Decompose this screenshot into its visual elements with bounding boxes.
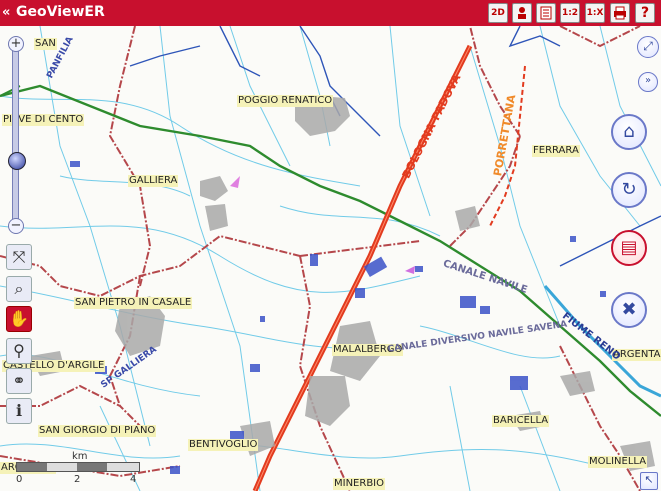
- arrow-nw-icon: ↖: [644, 473, 654, 486]
- magnifier-icon: ⌕: [14, 279, 24, 298]
- double-chevron-right-icon: »: [644, 75, 652, 86]
- zoom-box-button[interactable]: ⌕: [6, 276, 32, 302]
- zoom-slider-handle[interactable]: [8, 152, 26, 170]
- layers-icon: ▤: [620, 237, 638, 258]
- zoom-in-button[interactable]: +: [8, 36, 24, 52]
- place-label-san-pietro-in-casale: SAN PIETRO IN CASALE: [74, 297, 193, 309]
- expand-icon: ⤢: [643, 39, 653, 53]
- fit-extent-icon: ⤧: [12, 247, 26, 266]
- printer-icon: [614, 6, 626, 20]
- zoom-slider-track[interactable]: [12, 44, 19, 226]
- person-button[interactable]: [512, 3, 532, 23]
- 2d-view-button[interactable]: 2D: [488, 3, 508, 23]
- scale-tick-4: 4: [130, 474, 137, 485]
- place-label-san: SAN: [34, 38, 57, 50]
- measure-icon: ⚲: [13, 341, 25, 360]
- print-map-button[interactable]: [536, 3, 556, 23]
- resize-button[interactable]: ↖: [640, 472, 658, 490]
- top-bar: « GeoViewER 2D 1:2 1:X ?: [0, 0, 661, 26]
- place-label-minerbio: MINERBIO: [333, 478, 386, 490]
- app-title: GeoViewER: [16, 4, 105, 20]
- hand-icon: ✋: [9, 309, 29, 328]
- scale-tick-2: 2: [74, 474, 81, 485]
- tools-button[interactable]: ✖: [611, 292, 647, 328]
- info-icon: i: [15, 401, 23, 420]
- place-label-molinella: MOLINELLA: [588, 456, 648, 468]
- collapse-chevron-icon[interactable]: «: [2, 6, 14, 20]
- scale-button[interactable]: 1:X: [585, 3, 605, 23]
- scale-segment: [17, 463, 47, 471]
- measure-button[interactable]: ⚲: [6, 338, 32, 364]
- home-icon: ⌂: [623, 121, 635, 142]
- layers-button[interactable]: ▤: [611, 230, 647, 266]
- refresh-icon: ↻: [621, 179, 637, 200]
- minus-icon: −: [10, 218, 22, 233]
- place-label-san-giorgio-di-piano: SAN GIORGIO DI PIANO: [38, 425, 157, 437]
- locate-button[interactable]: ⚭: [6, 368, 32, 394]
- scale-segment: [77, 463, 107, 471]
- scale-unit: km: [72, 451, 88, 462]
- place-label-galliera: GALLIERA: [128, 175, 179, 187]
- ratio-label: 1:2: [561, 8, 579, 18]
- document-icon: [540, 6, 552, 20]
- person-pin-icon: ⚭: [12, 371, 26, 390]
- full-extent-button[interactable]: ⤧: [6, 244, 32, 270]
- scale-label: 1:X: [586, 8, 604, 18]
- scale-tick-0: 0: [16, 474, 23, 485]
- place-label-ferrara: FERRARA: [532, 145, 580, 157]
- expand-panel-button[interactable]: »: [638, 72, 658, 92]
- place-label-baricella: BARICELLA: [492, 415, 550, 427]
- ratio-button[interactable]: 1:2: [560, 3, 580, 23]
- zoom-out-button[interactable]: −: [8, 218, 24, 234]
- help-label: ?: [640, 5, 650, 21]
- fullscreen-button[interactable]: ⤢: [637, 36, 659, 58]
- home-button[interactable]: ⌂: [611, 114, 647, 150]
- help-button[interactable]: ?: [635, 3, 655, 23]
- place-label-poggio-renatico: POGGIO RENATICO: [237, 95, 334, 107]
- print-button[interactable]: [610, 3, 630, 23]
- scale-bar: [16, 462, 140, 472]
- refresh-button[interactable]: ↻: [611, 172, 647, 208]
- pan-button[interactable]: ✋: [6, 306, 32, 332]
- tools-icon: ✖: [621, 299, 637, 320]
- place-label-bentivoglio: BENTIVOGLIO: [188, 439, 259, 451]
- map-canvas[interactable]: SAN POGGIO RENATICO PIEVE DI CENTO GALLI…: [0, 26, 661, 491]
- 2d-view-label: 2D: [491, 8, 505, 18]
- plus-icon: +: [10, 36, 22, 51]
- info-button[interactable]: i: [6, 398, 32, 424]
- person-icon: [518, 7, 526, 19]
